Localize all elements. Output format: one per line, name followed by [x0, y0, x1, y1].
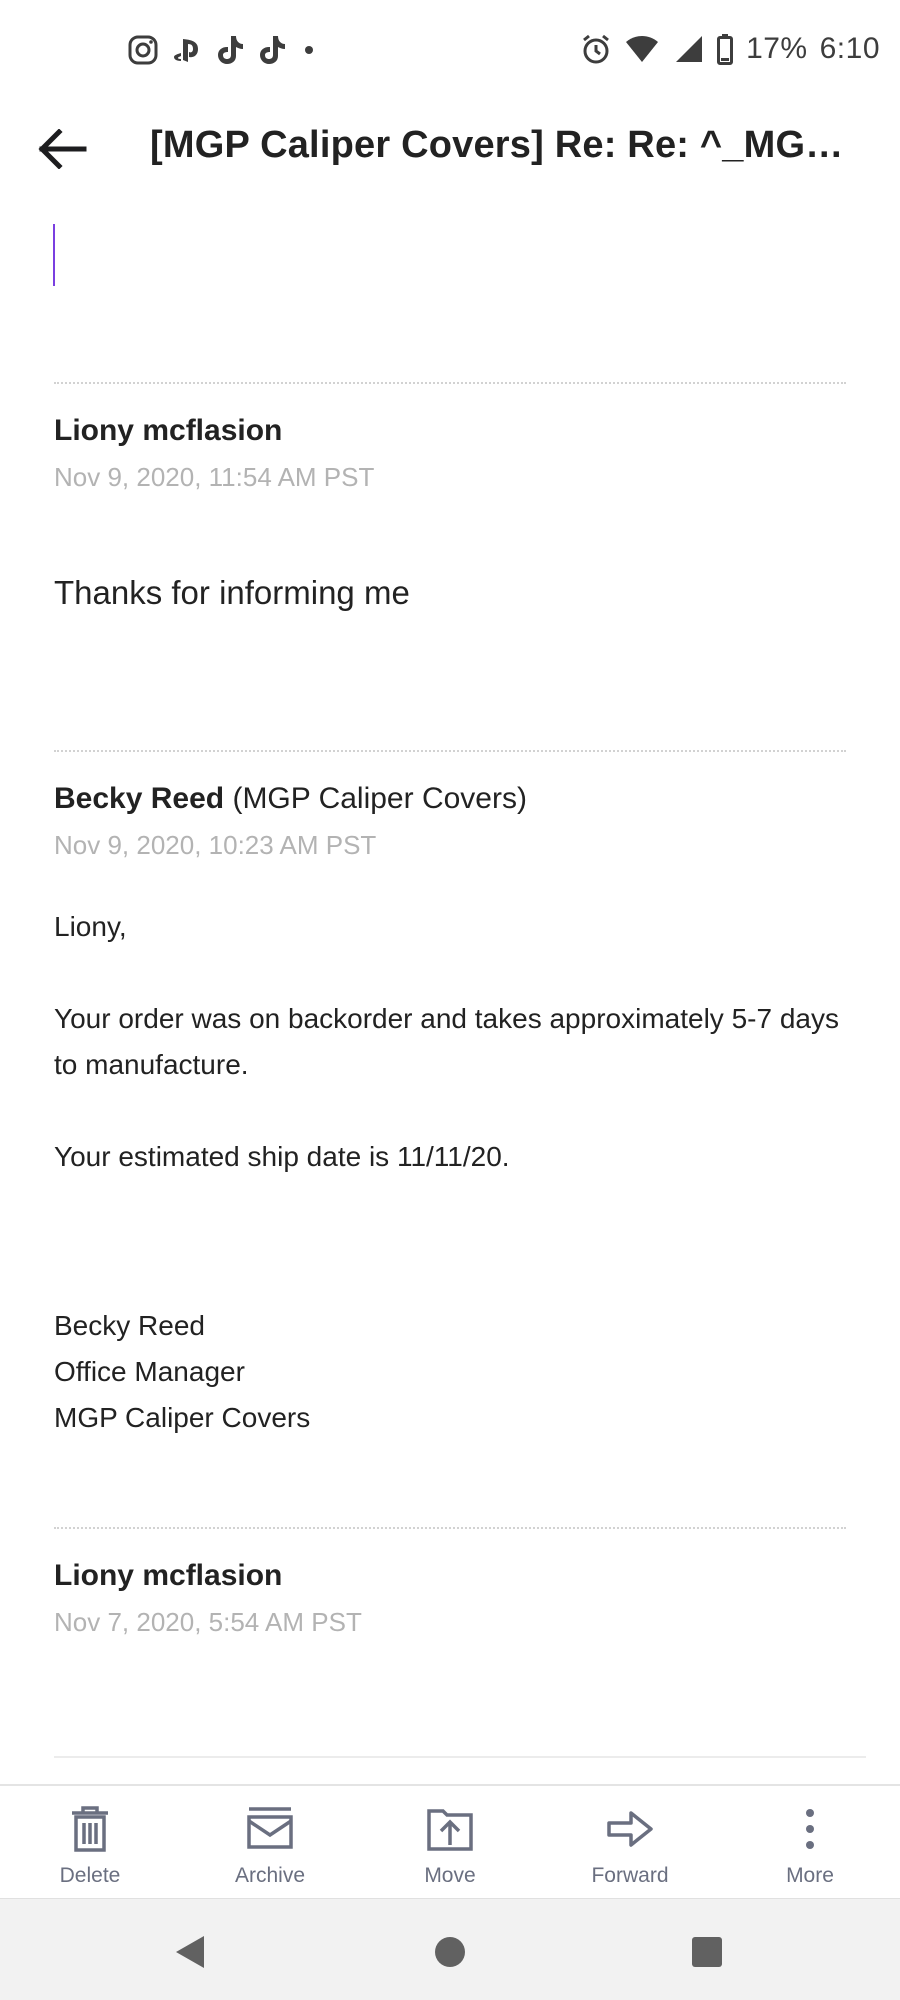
message-divider: [54, 750, 846, 752]
recents-square-icon: [690, 1935, 724, 1969]
tiktok-icon: [256, 33, 288, 67]
message-sender[interactable]: Becky Reed (MGP Caliper Covers): [54, 782, 527, 816]
move-label: Move: [424, 1864, 476, 1887]
system-navigation-bar: [0, 1898, 900, 2000]
message-actions-toolbar: Delete Archive Move Forward More: [0, 1784, 900, 1898]
forward-label: Forward: [591, 1864, 669, 1887]
move-button[interactable]: Move: [360, 1786, 540, 1898]
trash-icon: [63, 1804, 117, 1854]
alarm-icon: [580, 32, 612, 66]
back-button[interactable]: [30, 118, 96, 180]
message-date: Nov 9, 2020, 11:54 AM PST: [54, 462, 375, 492]
delete-label: Delete: [59, 1864, 121, 1887]
arrow-left-icon: [38, 129, 88, 169]
battery-percent: 17%: [746, 32, 808, 65]
message-divider: [54, 1527, 846, 1529]
signal-icon: [672, 32, 704, 66]
email-subject: [MGP Caliper Covers] Re: Re: ^_MGP^_ ^_M…: [150, 124, 860, 166]
sender-org: (MGP Caliper Covers): [232, 782, 527, 815]
message-date: Nov 7, 2020, 5:54 AM PST: [54, 1607, 362, 1637]
nav-home-button[interactable]: [425, 1927, 475, 1977]
home-circle-icon: [433, 1935, 467, 1969]
message-body: Thanks for informing me: [54, 570, 844, 616]
message-sender[interactable]: Liony mcflasion: [54, 414, 282, 448]
signature-name: Becky Reed: [54, 1310, 205, 1341]
notification-icons: [126, 30, 320, 70]
body-line: Thanks for informing me: [54, 574, 410, 611]
signature-title: Office Manager: [54, 1356, 245, 1387]
forward-arrow-icon: [603, 1804, 657, 1854]
message-sender[interactable]: Liony mcflasion: [54, 1559, 282, 1593]
archive-icon: [243, 1804, 297, 1854]
sender-name: Liony mcflasion: [54, 1559, 283, 1592]
signature-company: MGP Caliper Covers: [54, 1402, 311, 1433]
playstation-icon: [170, 33, 204, 67]
body-paragraph: Your estimated ship date is 11/11/20.: [54, 1141, 510, 1172]
text-cursor: [53, 224, 55, 286]
instagram-icon: [126, 33, 160, 67]
sender-name: Liony mcflasion: [54, 414, 283, 447]
more-vertical-icon: [783, 1804, 837, 1854]
tiktok-icon: [214, 33, 246, 67]
message-divider: [54, 382, 846, 384]
message-body: Liony, Your order was on backorder and t…: [54, 904, 844, 1441]
message-date: Nov 9, 2020, 10:23 AM PST: [54, 830, 377, 860]
move-icon: [423, 1804, 477, 1854]
archive-label: Archive: [234, 1864, 306, 1887]
sender-name: Becky Reed: [54, 782, 225, 815]
delete-button[interactable]: Delete: [0, 1786, 180, 1898]
battery-icon: [716, 32, 734, 66]
back-triangle-icon: [172, 1933, 208, 1971]
message-divider: [54, 1756, 866, 1758]
message-thread[interactable]: Liony mcflasion Nov 9, 2020, 11:54 AM PS…: [0, 204, 900, 1784]
more-button[interactable]: More: [720, 1786, 900, 1898]
more-label: More: [786, 1864, 834, 1887]
dot-icon: [298, 33, 320, 67]
wifi-icon: [624, 32, 660, 66]
clock: 6:10: [819, 32, 880, 65]
forward-button[interactable]: Forward: [540, 1786, 720, 1898]
status-bar: 17% 6:10: [0, 0, 900, 96]
body-paragraph: Your order was on backorder and takes ap…: [54, 1003, 839, 1080]
archive-button[interactable]: Archive: [180, 1786, 360, 1898]
nav-back-button[interactable]: [165, 1927, 215, 1977]
nav-recents-button[interactable]: [682, 1927, 732, 1977]
system-status: 17% 6:10: [580, 26, 880, 72]
greeting: Liony,: [54, 911, 127, 942]
